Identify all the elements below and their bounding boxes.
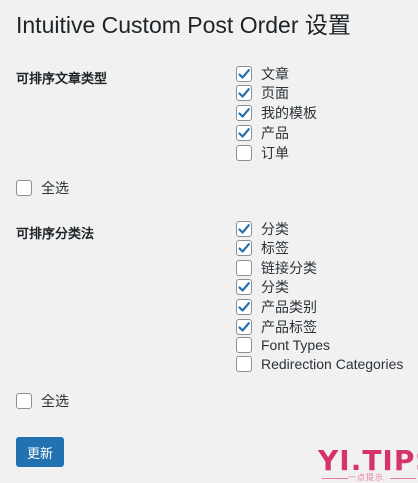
checkbox-box[interactable] xyxy=(236,356,252,372)
checkbox-label: 链接分类 xyxy=(261,260,317,276)
taxonomies-select-all[interactable]: 全选 xyxy=(16,391,69,411)
checkbox-label: 文章 xyxy=(261,66,289,82)
checkmark-icon xyxy=(238,282,250,292)
checkbox-box[interactable] xyxy=(236,125,252,141)
post-type-checkbox-product[interactable]: 产品 xyxy=(236,123,289,143)
checkbox-label: Font Types xyxy=(261,337,331,353)
watermark-subtext: 一点提示 xyxy=(348,473,384,482)
post-types-label: 可排序文章类型 xyxy=(16,71,108,86)
update-button[interactable]: 更新 xyxy=(16,437,64,467)
post-type-checkbox-page[interactable]: 页面 xyxy=(236,83,289,103)
taxonomy-checkbox-tag[interactable]: 标签 xyxy=(236,238,289,258)
watermark-divider xyxy=(390,478,416,479)
checkmark-icon xyxy=(238,243,250,253)
checkbox-box[interactable] xyxy=(236,145,252,161)
checkbox-box[interactable] xyxy=(236,299,252,315)
watermark-logo: YI.TIPS 一点提示 xyxy=(318,444,418,483)
checkbox-label: 分类 xyxy=(261,279,289,295)
checkbox-label: 我的模板 xyxy=(261,105,317,121)
checkbox-box[interactable] xyxy=(236,240,252,256)
checkbox-label: 全选 xyxy=(41,393,69,409)
checkmark-icon xyxy=(238,108,250,118)
taxonomies-label: 可排序分类法 xyxy=(16,226,95,241)
watermark-divider xyxy=(322,478,348,479)
checkbox-label: 页面 xyxy=(261,85,289,101)
taxonomy-checkbox-product-tag[interactable]: 产品标签 xyxy=(236,317,317,337)
checkbox-box[interactable] xyxy=(236,105,252,121)
taxonomy-checkbox-redirection-categories[interactable]: Redirection Categories xyxy=(236,356,403,372)
checkbox-box[interactable] xyxy=(236,319,252,335)
post-type-checkbox-order[interactable]: 订单 xyxy=(236,143,289,163)
checkbox-box[interactable] xyxy=(236,66,252,82)
checkmark-icon xyxy=(238,69,250,79)
page-title: Intuitive Custom Post Order 设置 xyxy=(16,12,351,38)
checkbox-label: 产品标签 xyxy=(261,319,317,335)
checkbox-box[interactable] xyxy=(236,260,252,276)
checkbox-box[interactable] xyxy=(236,221,252,237)
checkbox-label: 标签 xyxy=(261,240,289,256)
checkbox-box[interactable] xyxy=(236,85,252,101)
checkbox-label: 产品类别 xyxy=(261,299,317,315)
checkmark-icon xyxy=(238,322,250,332)
checkbox-box[interactable] xyxy=(16,393,32,409)
checkbox-label: 订单 xyxy=(261,145,289,161)
post-types-select-all[interactable]: 全选 xyxy=(16,178,69,198)
checkbox-label: 分类 xyxy=(261,221,289,237)
checkmark-icon xyxy=(238,128,250,138)
checkbox-box[interactable] xyxy=(236,337,252,353)
checkbox-label: Redirection Categories xyxy=(261,356,404,372)
checkbox-label: 产品 xyxy=(261,125,289,141)
taxonomy-checkbox-product-category[interactable]: 产品类别 xyxy=(236,297,317,317)
checkmark-icon xyxy=(238,302,250,312)
post-type-checkbox-template[interactable]: 我的模板 xyxy=(236,103,317,123)
checkbox-label: 全选 xyxy=(41,180,69,196)
post-type-checkbox-post[interactable]: 文章 xyxy=(236,64,289,84)
checkmark-icon xyxy=(238,88,250,98)
checkbox-box[interactable] xyxy=(236,279,252,295)
checkbox-box[interactable] xyxy=(16,180,32,196)
taxonomy-checkbox-category[interactable]: 分类 xyxy=(236,219,289,239)
taxonomy-checkbox-link-category[interactable]: 链接分类 xyxy=(236,258,317,278)
taxonomy-checkbox-category-2[interactable]: 分类 xyxy=(236,277,289,297)
checkmark-icon xyxy=(238,224,250,234)
taxonomy-checkbox-font-types[interactable]: Font Types xyxy=(236,337,330,353)
